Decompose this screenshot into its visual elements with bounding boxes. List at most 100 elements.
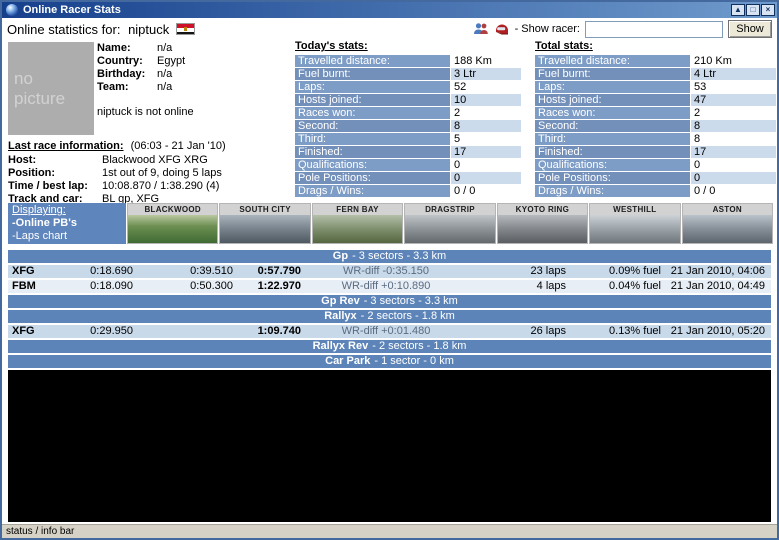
track-image (497, 215, 588, 243)
stat-row: Qualifications: 0 (535, 159, 776, 172)
pb-wr-diff: WR-diff +0:01.480 (341, 325, 431, 337)
stat-row: Drags / Wins: 0 / 0 (535, 185, 776, 198)
field-value: 1st out of 9, doing 5 laps (102, 167, 222, 179)
pb-fuel: 0.13% fuel (609, 325, 661, 337)
profile-field-team: Team: n/a (97, 81, 293, 94)
pb-wr-diff: WR-diff +0:10.890 (341, 280, 431, 292)
field-label: Name: (97, 42, 131, 54)
displaying-title: Displaying: (12, 204, 66, 216)
stat-row: Qualifications: 0 (295, 159, 521, 172)
pb-laps: 26 laps (530, 325, 566, 337)
show-button[interactable]: Show (728, 20, 772, 38)
todays-stats-title: Today's stats: (295, 40, 368, 52)
track-caption: WESTHILL (590, 204, 680, 215)
stat-value: 0 / 0 (451, 185, 521, 198)
online-racer-stats-window: Online Racer Stats ▲ □ × Online statisti… (0, 0, 779, 540)
profile-field-country: Country: Egypt (97, 55, 293, 68)
stat-row: Third: 8 (535, 133, 776, 146)
profile-field-birthday: Birthday: n/a (97, 68, 293, 81)
track-image (220, 215, 310, 243)
stat-label: Hosts joined: (295, 94, 450, 107)
racer-name: niptuck (128, 21, 170, 37)
field-label: Birthday: (97, 68, 146, 80)
stat-row: Travelled distance: 188 Km (295, 55, 521, 68)
stat-value: 210 Km (691, 55, 776, 68)
online-status: niptuck is not online (97, 106, 194, 118)
pb-split1: 0:18.090 (90, 280, 133, 292)
section-name: Gp Rev (321, 295, 360, 307)
stat-label: Travelled distance: (535, 55, 690, 68)
profile-field-name: Name: n/a (97, 42, 293, 55)
stat-label: Second: (295, 120, 450, 133)
field-label: Host: (8, 154, 37, 166)
stat-label: Laps: (295, 81, 450, 94)
close-button[interactable]: × (761, 4, 775, 16)
track-thumbnail-dragstrip[interactable]: DRAGSTRIP (404, 203, 496, 244)
displaying-item-laps-chart[interactable]: -Laps chart (12, 230, 122, 243)
stat-label: Finished: (535, 146, 690, 159)
stat-label: Third: (535, 133, 690, 146)
page-title-prefix: Online statistics for: (7, 21, 121, 37)
total-stats-rows: Travelled distance: 210 Km Fuel burnt: 4 L… (535, 55, 776, 198)
total-stats-table: Total stats: Travelled distance: 210 Km F… (535, 40, 776, 198)
track-thumbnail-westhill[interactable]: WESTHILL (589, 203, 681, 244)
stat-value: 0 (691, 159, 776, 172)
pb-section-banner-gp-rev: Gp Rev - 3 sectors - 3.3 km (8, 295, 771, 308)
window-shade-button[interactable]: ▲ (731, 4, 745, 16)
helmet-icon[interactable] (494, 21, 510, 37)
pb-date: 21 Jan 2010, 04:49 (670, 280, 765, 292)
window-titlebar[interactable]: Online Racer Stats ▲ □ × (2, 2, 777, 18)
stat-value: 52 (451, 81, 521, 94)
stat-label: Third: (295, 133, 450, 146)
track-thumbnail-south-city[interactable]: SOUTH CITY (219, 203, 311, 244)
pb-car: FBM (12, 280, 36, 292)
header-toolbar: - Show racer: Show (473, 20, 772, 38)
track-image (590, 215, 680, 243)
track-caption: KYOTO RING (497, 204, 588, 215)
track-caption: SOUTH CITY (220, 204, 310, 215)
section-info: - 1 sector - 0 km (374, 355, 454, 367)
track-caption: ASTON (682, 204, 772, 215)
profile-picture-placeholder: no picture (8, 42, 94, 135)
users-icon[interactable] (473, 21, 489, 37)
stat-value: 17 (451, 146, 521, 159)
pb-split1: 0:18.690 (90, 265, 133, 277)
track-thumbnail-blackwood[interactable]: BLACKWOOD (127, 203, 219, 244)
field-label: Time / best lap: (8, 180, 88, 192)
pb-split1: 0:29.950 (90, 325, 133, 337)
last-race-time: Time / best lap: 10:08.870 / 1:38.290 (4… (8, 180, 293, 193)
section-info: - 2 sectors - 1.8 km (360, 310, 455, 322)
stat-row: Second: 8 (295, 120, 521, 133)
stat-value: 8 (691, 133, 776, 146)
stat-value: 188 Km (451, 55, 521, 68)
pb-section-banner-car-park: Car Park - 1 sector - 0 km (8, 355, 771, 368)
stat-row: Pole Positions: 0 (535, 172, 776, 185)
pb-section-banner-rallyx-rev: Rallyx Rev - 2 sectors - 1.8 km (8, 340, 771, 353)
stat-value: 53 (691, 81, 776, 94)
displaying-panel: Displaying: -Online PB's -Laps chart (8, 203, 126, 244)
stat-value: 47 (691, 94, 776, 107)
stat-label: Pole Positions: (295, 172, 450, 185)
pb-split2 (133, 325, 233, 338)
maximize-button[interactable]: □ (746, 4, 760, 16)
show-racer-input[interactable] (585, 20, 723, 38)
last-race-title-link[interactable]: Last race information: (8, 140, 124, 152)
track-thumbnail-kyoto-ring[interactable]: KYOTO RING (496, 203, 589, 244)
section-name: Car Park (325, 355, 371, 367)
todays-stats-rows: Travelled distance: 188 Km Fuel burnt: 3 L… (295, 55, 521, 198)
stat-row: Laps: 53 (535, 81, 776, 94)
displaying-item-online-pbs[interactable]: -Online PB's (12, 217, 122, 230)
field-value: n/a (157, 81, 173, 93)
pb-fuel: 0.09% fuel (609, 265, 661, 277)
stat-value: 0 (451, 159, 521, 172)
track-thumbnail-aston[interactable]: ASTON (681, 203, 773, 244)
page-title: Online statistics for: niptuck (7, 22, 169, 37)
track-image (682, 215, 772, 243)
track-thumbnail-fern-bay[interactable]: FERN BAY (311, 203, 404, 244)
stat-label: Laps: (535, 81, 690, 94)
stat-label: Fuel burnt: (535, 68, 690, 81)
stat-row: Third: 5 (295, 133, 521, 146)
stat-label: Fuel burnt: (295, 68, 450, 81)
stat-row: Hosts joined: 47 (535, 94, 776, 107)
pb-wr-diff: WR-diff -0:35.150 (342, 265, 429, 277)
